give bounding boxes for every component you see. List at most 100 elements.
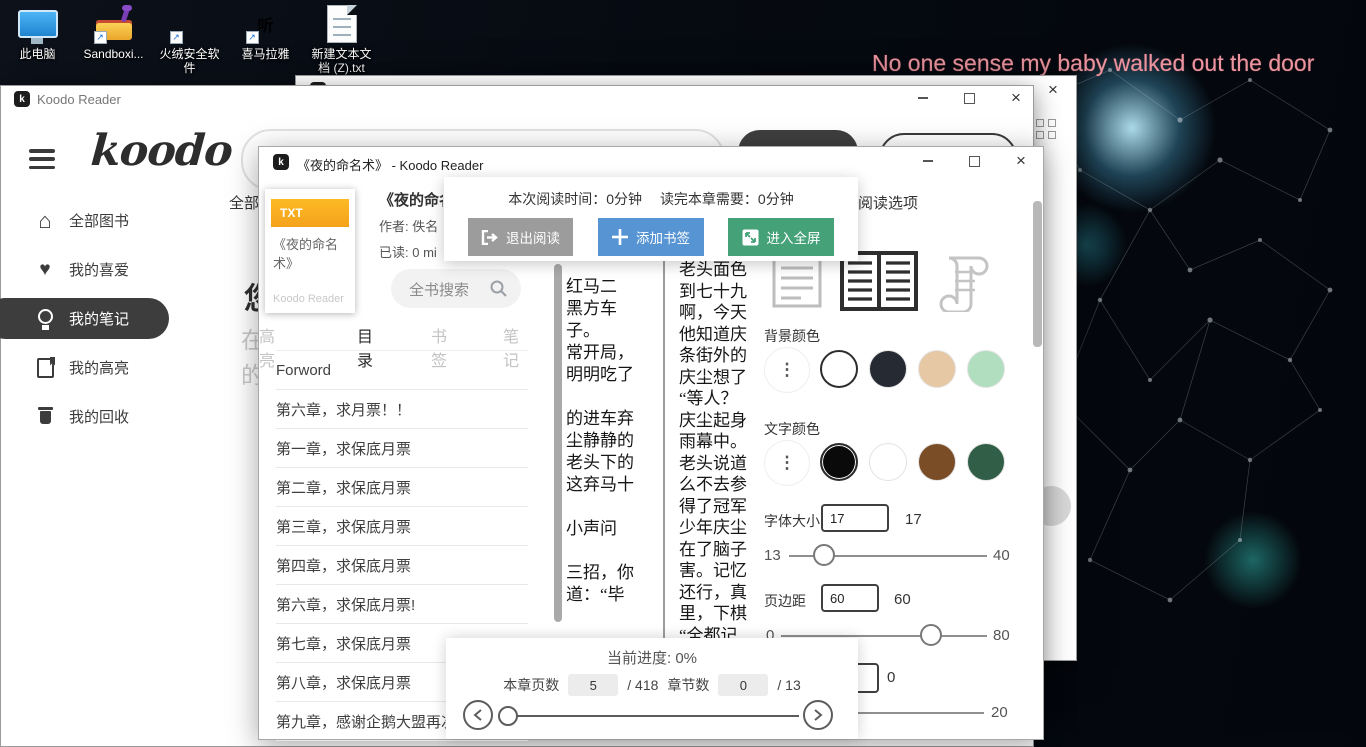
page-text-line: 子。 bbox=[566, 320, 656, 342]
page-text-line: “等人？ bbox=[679, 388, 763, 410]
page-text-line: 么不去参 bbox=[679, 474, 763, 496]
maximize-button[interactable] bbox=[957, 150, 991, 172]
sidebar-item-label: 我的笔记 bbox=[69, 308, 129, 329]
shortcut-arrow-icon: ↗ bbox=[246, 31, 259, 44]
text-color-swatch[interactable] bbox=[918, 443, 956, 481]
exit-reading-button[interactable]: 退出阅读 bbox=[468, 218, 573, 256]
chapter-list-item[interactable]: 第二章，求保底月票 bbox=[276, 468, 528, 507]
page-text-line: 里，下棋 bbox=[679, 603, 763, 625]
minimize-button[interactable] bbox=[906, 87, 940, 109]
hamburger-menu-icon[interactable] bbox=[29, 149, 55, 169]
margin-input[interactable]: 60 bbox=[821, 584, 879, 612]
text-color-swatch[interactable] bbox=[820, 443, 858, 481]
next-chapter-button[interactable] bbox=[803, 700, 833, 730]
sidebar-item-icon bbox=[34, 357, 56, 379]
book-search-input[interactable]: 全书搜索 bbox=[391, 269, 521, 308]
text-color-swatch[interactable] bbox=[869, 443, 907, 481]
chapter-list-item[interactable]: Forword bbox=[276, 351, 528, 390]
desktop-icon[interactable]: ↗ 此电脑 bbox=[0, 4, 75, 75]
page-text-line: 黑方车 bbox=[566, 298, 656, 320]
page-number-input[interactable]: 5 bbox=[568, 674, 618, 696]
page-text-line: 的进车弃 bbox=[566, 408, 656, 430]
options-scrollbar[interactable] bbox=[1033, 201, 1042, 347]
chapter-count-label: 章节数 bbox=[667, 675, 709, 695]
font-size-slider[interactable]: 13 40 bbox=[259, 544, 1043, 568]
background-color-swatch[interactable] bbox=[820, 350, 858, 388]
sidebar-item[interactable]: 我的笔记 bbox=[1, 294, 211, 343]
desktop-icon-label: Sandboxi... bbox=[75, 47, 153, 61]
page-count-label: 本章页数 bbox=[503, 675, 559, 695]
page-text-line bbox=[566, 386, 656, 408]
slider-track[interactable] bbox=[781, 635, 987, 637]
text-color-swatches bbox=[820, 443, 1005, 481]
reading-stats-panel: 本次阅读时间：0分钟 读完本章需要：0分钟 退出阅读 添加书签 bbox=[444, 177, 858, 261]
panel-tab[interactable]: 高亮 bbox=[259, 323, 275, 371]
chapter-number-input[interactable]: 0 bbox=[718, 674, 768, 696]
sidebar-item[interactable]: 全部图书 bbox=[1, 196, 211, 245]
sidebar-item[interactable]: 我的回收 bbox=[1, 392, 211, 441]
minimize-button[interactable] bbox=[911, 150, 945, 172]
sidebar-item-icon bbox=[34, 406, 56, 428]
progress-slider-track[interactable] bbox=[506, 715, 799, 717]
page-text-line: 雨幕中。 bbox=[679, 431, 763, 453]
add-bookmark-button[interactable]: 添加书签 bbox=[598, 218, 704, 256]
desktop-icon[interactable]: 听 ↗ 喜马拉雅 bbox=[228, 4, 303, 75]
single-page-layout-icon[interactable] bbox=[771, 253, 823, 309]
chapter-list-item[interactable]: 第六章，求月票！！ bbox=[276, 390, 528, 429]
background-color-swatch[interactable] bbox=[869, 350, 907, 388]
background-color-label: 背景颜色 bbox=[764, 326, 820, 346]
more-background-colors-button[interactable] bbox=[764, 347, 810, 393]
desktop-icon-glyph bbox=[327, 5, 357, 43]
desktop-icon-label: 此电脑 bbox=[0, 47, 77, 61]
chapter-total: / 13 bbox=[777, 677, 800, 693]
page-text-line: 红马二 bbox=[566, 276, 656, 298]
page-text-line: 到七十九 bbox=[679, 281, 763, 303]
maximize-button[interactable] bbox=[952, 87, 986, 109]
page-text-line: 常开局， bbox=[566, 342, 656, 364]
page-text-line: 啊，今天 bbox=[679, 302, 763, 324]
slider-thumb[interactable] bbox=[920, 624, 942, 646]
chapter-list-item[interactable]: 第三章，求保底月票 bbox=[276, 507, 528, 546]
close-button[interactable] bbox=[999, 87, 1033, 109]
progress-slider-thumb[interactable] bbox=[498, 706, 518, 726]
enter-fullscreen-button[interactable]: 进入全屏 bbox=[728, 218, 834, 256]
desktop-icon[interactable]: ↗ Sandboxi... bbox=[76, 4, 151, 75]
koodo-app-icon bbox=[273, 154, 289, 170]
desktop-icon[interactable]: ↗ 火绒安全软 件 bbox=[152, 4, 227, 75]
format-badge: TXT bbox=[271, 199, 349, 227]
desktop-icon[interactable]: ↗ 新建文本文 档 (Z).txt bbox=[304, 4, 379, 75]
chapter-list-item[interactable]: 第一章，求保底月票 bbox=[276, 429, 528, 468]
view-grid-icon[interactable] bbox=[1036, 119, 1057, 142]
text-color-swatch[interactable] bbox=[967, 443, 1005, 481]
page-text-line: 老头下的 bbox=[566, 452, 656, 474]
book-cover-card[interactable]: TXT 《夜的命名术》 Koodo Reader bbox=[265, 189, 355, 313]
more-text-colors-button[interactable] bbox=[764, 440, 810, 486]
shortcut-arrow-icon: ↗ bbox=[170, 31, 183, 44]
page-text-line: 少年庆尘 bbox=[679, 517, 763, 539]
font-size-label: 字体大小 bbox=[764, 511, 820, 531]
sidebar-item[interactable]: 我的喜爱 bbox=[1, 245, 211, 294]
desktop-icon-label: 新建文本文 档 (Z).txt bbox=[303, 47, 381, 75]
background-color-swatch[interactable] bbox=[918, 350, 956, 388]
page-text-line: 老头说道 bbox=[679, 453, 763, 475]
toc-scrollbar[interactable] bbox=[554, 264, 562, 622]
sidebar-item[interactable]: 我的高亮 bbox=[1, 343, 211, 392]
close-button[interactable] bbox=[1004, 150, 1038, 172]
font-size-input[interactable]: 17 bbox=[821, 504, 889, 532]
close-button[interactable] bbox=[1036, 79, 1070, 101]
background-color-swatch[interactable] bbox=[967, 350, 1005, 388]
page-total: / 418 bbox=[627, 677, 658, 693]
scroll-layout-icon[interactable] bbox=[935, 250, 993, 312]
margin-label: 页边距 bbox=[764, 591, 806, 611]
plus-icon bbox=[612, 229, 628, 245]
page-text-line: 得了冠军 bbox=[679, 496, 763, 518]
page-text-line: 庆尘起身 bbox=[679, 410, 763, 432]
page-text-line: 道：“毕 bbox=[566, 584, 656, 606]
slider-thumb[interactable] bbox=[813, 544, 835, 566]
chapter-list-item[interactable]: 第六章，求保底月票! bbox=[276, 585, 528, 624]
previous-chapter-button[interactable] bbox=[463, 700, 493, 730]
slider-max-label: 40 bbox=[993, 547, 1010, 564]
shortcut-arrow-icon: ↗ bbox=[94, 31, 107, 44]
page-text-line bbox=[566, 496, 656, 518]
page-text-right: 老头面色到七十九啊，今天他知道庆条街外的庆尘想了“等人？庆尘起身雨幕中。老头说道… bbox=[679, 259, 763, 646]
